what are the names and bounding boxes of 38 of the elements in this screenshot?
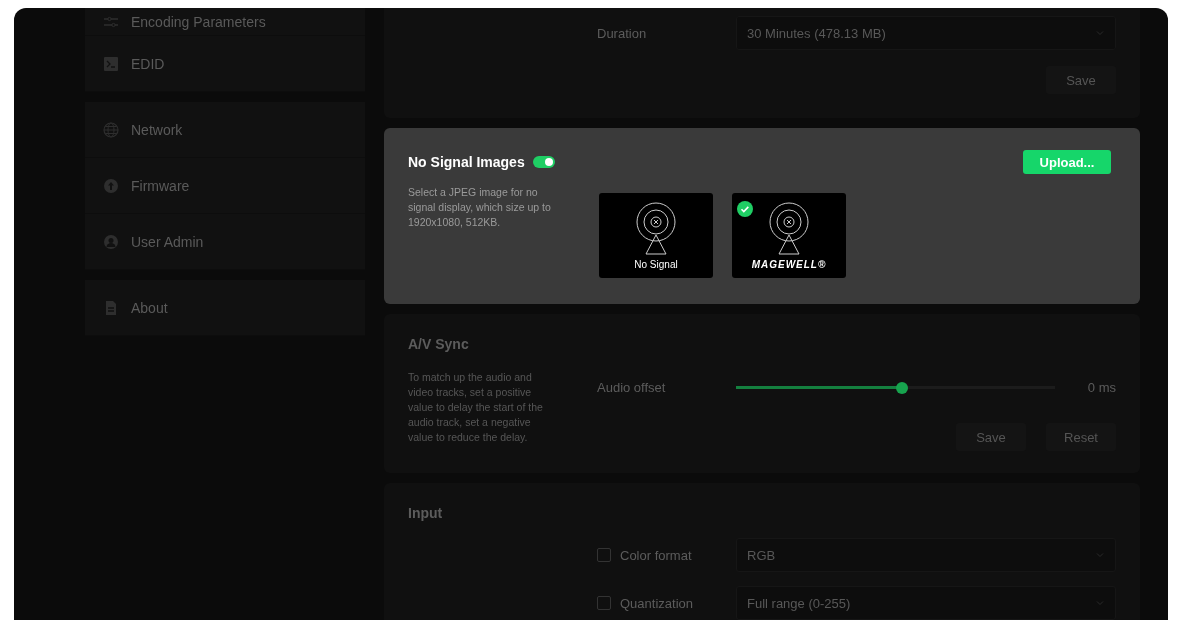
section-title: No Signal Images	[408, 154, 525, 170]
field-label: Audio offset	[597, 380, 667, 395]
upload-icon	[103, 177, 119, 194]
slider-reading: 0 ms	[1087, 380, 1116, 395]
sidebar-item[interactable]: Network	[85, 102, 365, 158]
globe-icon	[103, 121, 119, 138]
description-text: To match up the audio and video tracks, set a positive value to delay the start of the audio track, set a negative value to reduce the delay.	[408, 370, 544, 445]
sidebar-item[interactable]: Firmware	[85, 158, 365, 214]
reset-button[interactable]: Reset	[1046, 423, 1116, 451]
image-caption: No Signal	[634, 259, 678, 270]
description-text: Select a JPEG image for no signal display, which size up to 1920x1080, 512KB.	[408, 185, 552, 230]
field-label: Color format	[620, 547, 692, 563]
save-button[interactable]: Save	[1046, 66, 1116, 94]
checkbox[interactable]	[597, 548, 611, 562]
upload-button[interactable]: Upload...	[1023, 150, 1111, 174]
duration-select[interactable]: 30 Minutes (478.13 MB)	[736, 16, 1116, 50]
image-thumbnail[interactable]: No Signal	[599, 193, 713, 278]
sidebar-item[interactable]: EDID	[85, 36, 365, 92]
section-title: A/V Sync	[408, 336, 470, 352]
save-button[interactable]: Save	[956, 423, 1026, 451]
user-icon	[103, 233, 119, 250]
terminal-icon	[103, 55, 119, 72]
sidebar-item[interactable]: About	[85, 280, 365, 336]
image-thumbnail[interactable]: MAGEWELL®	[732, 193, 846, 278]
check-icon	[737, 201, 753, 217]
sidebar-item[interactable]: User Admin	[85, 214, 365, 270]
section-title: Input	[408, 505, 444, 521]
logo-text: MAGEWELL®	[751, 259, 827, 270]
checkbox[interactable]	[597, 596, 611, 610]
toggle-switch[interactable]	[532, 156, 555, 168]
field-label: Quantization	[620, 595, 693, 611]
field-label: Duration	[597, 25, 648, 41]
slider-track[interactable]	[736, 386, 1055, 389]
document-icon	[103, 299, 119, 316]
sidebar-item[interactable]: Encoding Parameters	[85, 8, 365, 36]
dropdown-select[interactable]: Full range (0-255)	[736, 586, 1116, 620]
slider-thumb[interactable]	[895, 381, 908, 394]
dropdown-select[interactable]: RGB	[736, 538, 1116, 572]
